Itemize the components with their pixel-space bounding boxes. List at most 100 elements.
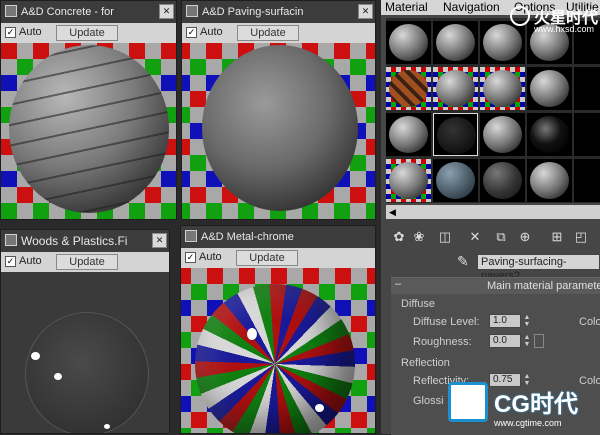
sample-slot[interactable] <box>574 113 600 156</box>
close-icon[interactable]: ✕ <box>159 4 174 19</box>
preview-window-concrete[interactable]: A&D Concrete - for ✕ ✓ Auto Update <box>0 0 177 220</box>
window-titlebar[interactable]: A&D Concrete - for ✕ <box>1 1 176 23</box>
sample-slot[interactable] <box>480 67 525 110</box>
hxsd-logo-icon <box>510 6 530 26</box>
update-button[interactable]: Update <box>56 254 118 270</box>
cgtime-logo-icon <box>448 382 488 422</box>
sample-slot[interactable] <box>433 67 478 110</box>
preview-window-woods[interactable]: Woods & Plastics.Fi ✕ ✓ Auto Update <box>0 229 170 434</box>
sample-slot[interactable] <box>386 67 431 110</box>
auto-label: Auto <box>199 251 222 263</box>
window-title: Woods & Plastics.Fi <box>21 234 128 248</box>
auto-checkbox[interactable]: ✓ <box>5 27 16 38</box>
sample-slot[interactable] <box>527 159 572 202</box>
auto-checkbox[interactable]: ✓ <box>185 252 196 263</box>
auto-checkbox[interactable]: ✓ <box>186 27 197 38</box>
sample-slot[interactable] <box>527 67 572 110</box>
close-icon[interactable]: ✕ <box>152 233 167 248</box>
specular-highlight <box>31 352 40 360</box>
diffuse-group-label: Diffuse <box>401 298 436 310</box>
watermark-bottom: CG时代 www.cgtime.com <box>448 380 600 434</box>
make-unique-icon[interactable]: ⊕ <box>517 229 533 245</box>
diffuse-level-label: Diffuse Level: <box>413 316 480 328</box>
collapse-icon[interactable]: – <box>395 278 401 290</box>
material-preview <box>1 43 176 219</box>
material-preview <box>181 268 375 433</box>
window-titlebar[interactable]: Woods & Plastics.Fi ✕ <box>1 230 169 252</box>
window-titlebar[interactable]: A&D Paving-surfacin ✕ <box>182 1 375 23</box>
diffuse-color-label: Colo <box>579 316 600 328</box>
auto-checkbox[interactable]: ✓ <box>5 256 16 267</box>
sample-slot[interactable] <box>527 113 572 156</box>
put-to-library-icon[interactable]: ⊞ <box>549 229 565 245</box>
update-button[interactable]: Update <box>236 250 298 266</box>
rollout-header[interactable]: – Main material parameters <box>391 278 600 294</box>
sample-slot[interactable] <box>480 159 525 202</box>
window-title: A&D Metal-chrome <box>201 231 294 243</box>
roughness-input[interactable]: 0.0 <box>489 334 521 348</box>
material-icon <box>5 5 17 17</box>
material-icon <box>5 234 17 246</box>
assign-to-selection-icon[interactable]: ◫ <box>437 229 453 245</box>
roughness-label: Roughness: <box>413 336 472 348</box>
material-editor: Material Navigation Options Utilitie ◀ ✿… <box>381 0 600 435</box>
chrome-sphere <box>195 284 355 433</box>
slots-scrollbar[interactable]: ◀ <box>386 205 600 219</box>
sample-slot[interactable] <box>386 21 431 64</box>
get-material-icon[interactable]: ✿ <box>391 229 407 245</box>
material-name-field[interactable]: Paving-surfacing-pavers2 <box>477 254 600 282</box>
concrete-sphere <box>9 45 169 213</box>
reflection-group-label: Reflection <box>401 357 450 369</box>
editor-toolbar: ✿ ❀ ◫ ✕ ⧉ ⊕ ⊞ ◰ <box>381 226 600 248</box>
reset-map-icon[interactable]: ✕ <box>467 229 483 245</box>
watermark-top-url: www.hxsd.com <box>534 24 595 34</box>
menu-material[interactable]: Material <box>385 0 428 14</box>
update-button[interactable]: Update <box>237 25 299 41</box>
specular-highlight <box>247 328 257 340</box>
specular-highlight <box>104 424 110 429</box>
window-title: A&D Paving-surfacin <box>202 6 304 18</box>
watermark-top: 火星时代 www.hxsd.com <box>510 4 600 38</box>
woods-sphere <box>25 312 149 433</box>
roughness-map-button[interactable] <box>534 334 544 348</box>
specular-highlight <box>315 404 324 412</box>
sample-slot[interactable] <box>433 113 478 156</box>
material-preview <box>182 43 375 219</box>
preview-toolbar: ✓ Auto Update <box>182 23 375 43</box>
sample-slot[interactable] <box>433 21 478 64</box>
window-titlebar[interactable]: A&D Metal-chrome <box>181 226 375 248</box>
auto-label: Auto <box>19 255 42 267</box>
put-to-scene-icon[interactable]: ❀ <box>411 229 427 245</box>
sample-slot[interactable] <box>386 113 431 156</box>
name-row: ✎ Paving-surfacing-pavers2 <box>381 252 600 282</box>
update-button[interactable]: Update <box>56 25 118 41</box>
preview-window-chrome[interactable]: A&D Metal-chrome ✓ Auto Update <box>180 225 376 434</box>
preview-toolbar: ✓ Auto Update <box>1 252 169 272</box>
sample-slots <box>386 18 600 203</box>
preview-toolbar: ✓ Auto Update <box>1 23 176 43</box>
roughness-spinner[interactable]: ▲ ▼ <box>523 334 531 348</box>
specular-highlight <box>54 373 62 380</box>
watermark-bottom-url: www.cgtime.com <box>494 418 562 428</box>
eyedropper-icon[interactable]: ✎ <box>457 253 469 270</box>
menu-navigation[interactable]: Navigation <box>443 0 500 14</box>
sample-slot[interactable] <box>574 159 600 202</box>
sample-slot[interactable] <box>386 159 431 202</box>
material-icon <box>185 230 197 242</box>
make-copy-icon[interactable]: ⧉ <box>493 229 509 245</box>
sample-slot[interactable] <box>574 67 600 110</box>
paving-sphere <box>202 45 358 211</box>
material-icon <box>186 5 198 17</box>
scroll-left-icon[interactable]: ◀ <box>389 205 396 219</box>
preview-window-paving[interactable]: A&D Paving-surfacin ✕ ✓ Auto Update <box>181 0 376 220</box>
preview-toolbar: ✓ Auto Update <box>181 248 375 268</box>
sample-slot[interactable] <box>480 113 525 156</box>
window-title: A&D Concrete - for <box>21 6 114 18</box>
close-icon[interactable]: ✕ <box>358 4 373 19</box>
sample-slot[interactable] <box>433 159 478 202</box>
diffuse-level-spinner[interactable]: ▲ ▼ <box>523 314 531 328</box>
material-preview <box>1 272 169 433</box>
glossiness-label: Glossi <box>413 395 444 407</box>
material-effects-icon[interactable]: ◰ <box>573 229 589 245</box>
diffuse-level-input[interactable]: 1.0 <box>489 314 521 328</box>
